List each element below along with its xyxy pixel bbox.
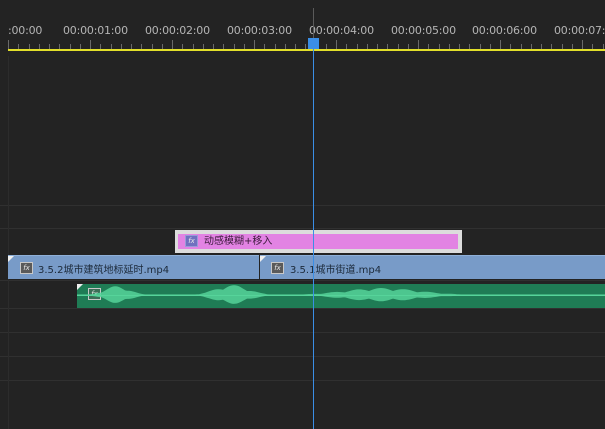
track-divider [0, 332, 605, 333]
timecode-3: 00:00:03:00 [227, 24, 292, 37]
track-divider [0, 308, 605, 309]
time-ruler[interactable]: :00:00 00:00:01:00 00:00:02:00 00:00:03:… [0, 0, 605, 56]
major-tick [582, 40, 583, 49]
audio-clip[interactable]: fx [77, 284, 605, 308]
major-tick [500, 40, 501, 49]
timecode-1: 00:00:01:00 [63, 24, 128, 37]
video-clip[interactable]: fx 3.5.2城市建筑地标延时.mp4 [8, 255, 259, 279]
playhead-line[interactable] [313, 44, 314, 429]
timecode-7: 00:00:07:0 [554, 24, 605, 37]
fx-icon: fx [20, 262, 33, 274]
major-tick [8, 40, 9, 49]
work-area-bar[interactable] [8, 49, 605, 51]
transition-clip[interactable]: fx 动感模糊+移入 [175, 230, 462, 253]
transition-label: 动感模糊+移入 [204, 236, 273, 247]
major-tick [418, 40, 419, 49]
clip-corner-icon [260, 256, 266, 262]
video-clip[interactable]: fx 3.5.1城市街道.mp4 [260, 255, 605, 279]
track-divider [0, 205, 605, 206]
playhead-top-line [313, 8, 314, 38]
major-tick [336, 40, 337, 49]
audio-waveform [77, 285, 605, 304]
fx-icon: fx [185, 235, 198, 247]
track-divider [0, 380, 605, 381]
video-clip-label: 3.5.2城市建筑地标延时.mp4 [38, 265, 170, 276]
major-tick [172, 40, 173, 49]
track-divider [0, 228, 605, 229]
major-tick [254, 40, 255, 49]
track-divider [0, 356, 605, 357]
timecode-0: :00:00 [8, 24, 43, 37]
video-clip-label: 3.5.1城市街道.mp4 [290, 265, 382, 276]
track-left-edge [8, 56, 9, 429]
timeline-panel[interactable]: :00:00 00:00:01:00 00:00:02:00 00:00:03:… [0, 0, 605, 429]
timecode-4: 00:00:04:00 [309, 24, 374, 37]
timecode-2: 00:00:02:00 [145, 24, 210, 37]
waveform-shape [77, 285, 605, 304]
timecode-5: 00:00:05:00 [391, 24, 456, 37]
major-tick [90, 40, 91, 49]
track-divider [0, 280, 605, 281]
fx-icon: fx [271, 262, 284, 274]
timecode-6: 00:00:06:00 [472, 24, 537, 37]
clip-corner-icon [8, 256, 14, 262]
